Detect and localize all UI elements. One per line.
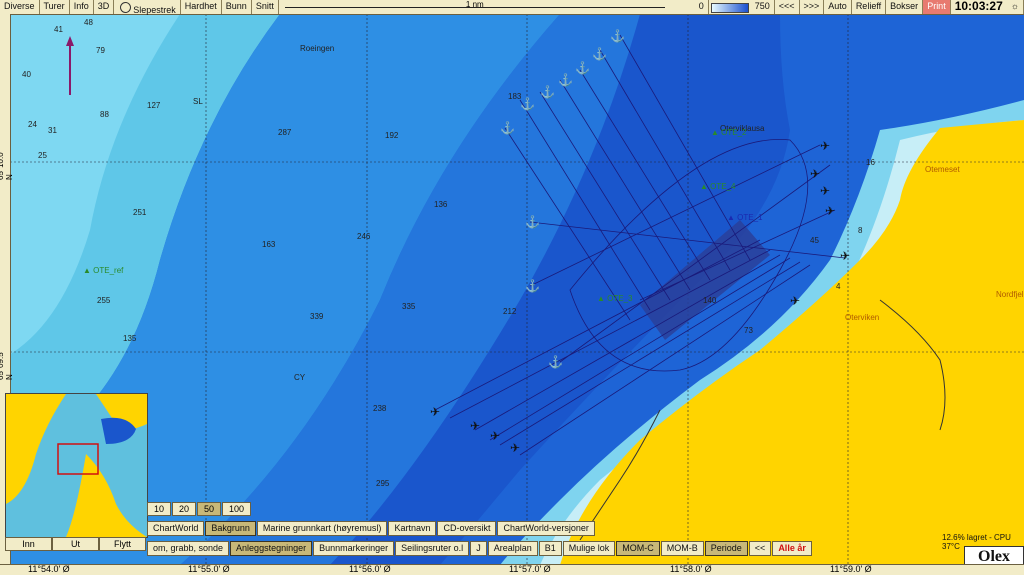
menu-slepestrek[interactable]: Slepestrek [114, 0, 181, 15]
svg-text:⚓: ⚓ [592, 47, 607, 61]
svg-text:⚓: ⚓ [610, 29, 625, 43]
scale-bar: 1 nm [284, 0, 665, 14]
layer-j[interactable]: J [470, 541, 487, 556]
depth-max: 750 [751, 0, 775, 14]
period-all-years[interactable]: Alle år [772, 541, 812, 556]
zoom-10[interactable]: 10 [147, 502, 172, 516]
layer-row-2: om, grabb, sonde Anleggstegninger Bunnma… [147, 541, 813, 556]
depth-gradient[interactable] [710, 3, 749, 13]
zoom-50[interactable]: 50 [197, 502, 222, 516]
svg-text:⚓: ⚓ [548, 355, 563, 369]
top-toolbar: Diverse Turer Info 3D Slepestrek Hardhet… [0, 0, 1024, 15]
nav-back-button[interactable]: <<< [775, 0, 800, 14]
minimap-zoom-in-button[interactable]: Inn [5, 537, 52, 551]
svg-text:⚓: ⚓ [520, 97, 535, 111]
zoom-100[interactable]: 100 [222, 502, 252, 516]
svg-text:✈: ✈ [430, 405, 440, 419]
svg-text:✈: ✈ [820, 184, 830, 198]
auto-button[interactable]: Auto [824, 0, 852, 14]
layer-mulige-lok[interactable]: Mulige lok [562, 541, 616, 556]
layer-bakgrunn[interactable]: Bakgrunn [205, 521, 256, 536]
menu-diverse[interactable]: Diverse [0, 0, 40, 14]
bokser-button[interactable]: Bokser [886, 0, 924, 14]
minimap-move-button[interactable]: Flytt [99, 537, 146, 551]
lat-tick: 65°10.0' N [0, 150, 14, 180]
slepestrek-label: Slepestrek [133, 5, 176, 15]
svg-text:✈: ✈ [840, 249, 850, 263]
menu-turer[interactable]: Turer [40, 0, 70, 14]
layer-row-1: ChartWorld Bakgrunn Marine grunnkart (hø… [147, 521, 596, 536]
minimap-graphic [6, 394, 147, 537]
depth-min: 0 [695, 0, 709, 14]
period-back-button[interactable]: << [748, 541, 772, 556]
layer-cd-oversikt[interactable]: CD-oversikt [437, 521, 497, 536]
svg-text:⚓: ⚓ [525, 215, 540, 229]
lon-tick: 11°56.0' Ø [349, 564, 391, 574]
overview-minimap[interactable] [5, 393, 148, 538]
layer-mom-c[interactable]: MOM-C [616, 541, 660, 556]
svg-text:✈: ✈ [790, 294, 800, 308]
sun-icon[interactable]: ☼ [1007, 0, 1024, 14]
layer-chartworld-versjoner[interactable]: ChartWorld-versjoner [497, 521, 595, 536]
nav-forward-button[interactable]: >>> [800, 0, 825, 14]
svg-text:✈: ✈ [820, 139, 830, 153]
layer-anleggstegninger[interactable]: Anleggstegninger [230, 541, 313, 556]
svg-text:⚓: ⚓ [575, 61, 590, 75]
svg-text:⚓: ⚓ [500, 121, 515, 135]
sea-chart[interactable]: ⚓⚓ ⚓⚓ ⚓⚓ ⚓⚓ ⚓⚓ ✈✈ ✈✈ ✈✈ ✈✈ ✈✈ [0, 0, 1024, 575]
layer-grabb-sonde[interactable]: om, grabb, sonde [147, 541, 230, 556]
longitude-bar: 11°54.0' Ø 11°55.0' Ø 11°56.0' Ø 11°57.0… [0, 564, 1024, 575]
relieff-button[interactable]: Relieff [852, 0, 887, 14]
menu-info[interactable]: Info [70, 0, 94, 14]
minimap-zoom-out-button[interactable]: Ut [52, 537, 99, 551]
layer-mom-b[interactable]: MOM-B [660, 541, 704, 556]
toolbar-spacer [671, 0, 695, 14]
svg-text:✈: ✈ [470, 419, 480, 433]
lon-tick: 11°59.0' Ø [830, 564, 872, 574]
lon-tick: 11°57.0' Ø [509, 564, 551, 574]
layer-arealplan[interactable]: Arealplan [487, 541, 538, 556]
svg-text:✈: ✈ [510, 441, 520, 455]
layer-marine-grunnkart[interactable]: Marine grunnkart (høyremusl) [256, 521, 388, 536]
layer-chartworld[interactable]: ChartWorld [147, 521, 205, 536]
zoom-20[interactable]: 20 [172, 502, 197, 516]
target-icon [120, 2, 132, 13]
menu-snitt[interactable]: Snitt [252, 0, 279, 14]
lon-tick: 11°54.0' Ø [28, 564, 70, 574]
layer-kartnavn[interactable]: Kartnavn [388, 521, 437, 536]
scale-label: 1 nm [465, 0, 484, 9]
clock: 10:03:27 [954, 0, 1003, 13]
svg-text:⚓: ⚓ [558, 73, 573, 87]
lat-tick: 65°09.5' N [0, 350, 14, 380]
layer-bunnmarkeringer[interactable]: Bunnmarkeringer [313, 541, 395, 556]
menu-3d[interactable]: 3D [94, 0, 115, 14]
svg-text:⚓: ⚓ [540, 85, 555, 99]
lon-tick: 11°58.0' Ø [670, 564, 712, 574]
lon-tick: 11°55.0' Ø [188, 564, 230, 574]
menu-bunn[interactable]: Bunn [222, 0, 252, 14]
svg-text:⚓: ⚓ [525, 279, 540, 293]
minimap-controls: Inn Ut Flytt [5, 537, 146, 551]
svg-text:✈: ✈ [490, 429, 500, 443]
print-button[interactable]: Print [923, 0, 951, 14]
menu-hardhet[interactable]: Hardhet [181, 0, 222, 14]
layer-periode[interactable]: Periode [704, 541, 748, 556]
zoom-selector: 10 20 50 100 [147, 502, 252, 516]
svg-text:✈: ✈ [810, 167, 820, 181]
layer-seilingsruter[interactable]: Seilingsruter o.l [395, 541, 470, 556]
layer-b1[interactable]: B1 [538, 541, 562, 556]
svg-text:✈: ✈ [825, 204, 835, 218]
